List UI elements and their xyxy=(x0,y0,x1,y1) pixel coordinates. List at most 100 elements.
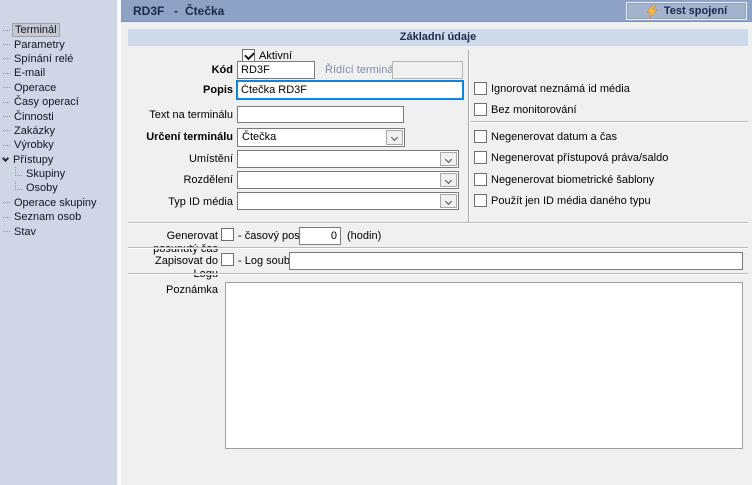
checkbox-label: Ignorovat neznámá id média xyxy=(491,83,630,96)
test-connection-button[interactable]: Test spojení xyxy=(626,2,747,20)
sidebar-item-vyrobky[interactable]: Výrobky xyxy=(0,138,117,152)
checkbox-label: Negenerovat biometrické šablony xyxy=(491,174,654,187)
lightning-icon xyxy=(646,5,658,18)
hodin-unit-label: (hodin) xyxy=(347,230,381,243)
sidebar-item-label: Časy operací xyxy=(12,96,81,108)
sidebar-item-casy-operaci[interactable]: Časy operací xyxy=(0,95,117,109)
zapisovat-do-logu-checkbox[interactable] xyxy=(221,253,234,266)
tree-dash-icon xyxy=(3,30,10,31)
sidebar-item-seznam-osob[interactable]: Seznam osob xyxy=(0,210,117,224)
checkbox-label: Bez monitorování xyxy=(491,104,577,117)
sidebar-item-stav[interactable]: Stav xyxy=(0,224,117,238)
checkbox-group-divider xyxy=(470,121,748,122)
sidebar-item-label: Činnosti xyxy=(12,111,56,123)
tree-dash-icon xyxy=(3,130,10,131)
generovat-posunuty-cas-label: Generovat posunutý čas xyxy=(128,230,218,256)
casovy-posun-input[interactable] xyxy=(299,227,341,245)
tree-dash-icon xyxy=(3,145,10,146)
sidebar-item-label: E-mail xyxy=(12,67,47,79)
page-title: Čtečka xyxy=(185,4,224,18)
checkbox-ignorovat-neznama-id-media[interactable] xyxy=(474,82,487,95)
tree-dash-icon xyxy=(3,116,10,117)
dropdown-button[interactable] xyxy=(440,152,457,166)
umisteni-dropdown[interactable] xyxy=(237,150,459,168)
log-soubor-input[interactable] xyxy=(289,252,743,270)
rozdeleni-dropdown[interactable] xyxy=(237,171,459,189)
poznamka-textarea[interactable] xyxy=(225,282,743,449)
generovat-posunuty-cas-checkbox[interactable] xyxy=(221,228,234,241)
popis-input[interactable] xyxy=(237,81,463,99)
sidebar-item-skupiny[interactable]: Skupiny xyxy=(0,167,117,181)
app-window: Terminál Parametry Spínání relé E-mail O… xyxy=(0,0,752,485)
tree-dash-icon xyxy=(3,73,10,74)
dropdown-button[interactable] xyxy=(386,130,403,145)
urceni-terminalu-value: Čtečka xyxy=(242,131,276,143)
section-title: Základní údaje xyxy=(128,29,748,46)
chevron-down-icon xyxy=(445,156,452,163)
text-na-terminalu-input[interactable] xyxy=(237,106,404,123)
column-divider xyxy=(468,50,469,222)
checkbox-negenerovat-biometricke-sablony[interactable] xyxy=(474,173,487,186)
record-code: RD3F xyxy=(133,4,164,18)
sidebar-item-label: Výrobky xyxy=(12,139,56,151)
sidebar-item-label: Spínání relé xyxy=(12,53,75,65)
title-separator: - xyxy=(174,4,178,18)
kod-label: Kód xyxy=(123,64,233,77)
tree-dash-icon xyxy=(3,202,10,203)
checkbox-negenerovat-pristupova-prava-saldo[interactable] xyxy=(474,151,487,164)
sidebar-item-cinnosti[interactable]: Činnosti xyxy=(0,109,117,123)
typ-id-media-dropdown[interactable] xyxy=(237,192,459,210)
sidebar-item-operace-skupiny[interactable]: Operace skupiny xyxy=(0,196,117,210)
tree-dash-icon xyxy=(3,58,10,59)
sidebar-item-label: Stav xyxy=(12,226,38,238)
tree-branch-icon xyxy=(15,167,22,176)
checkbox-label: Negenerovat přístupová práva/saldo xyxy=(491,152,668,165)
tree-branch-icon xyxy=(15,181,22,190)
chevron-down-icon xyxy=(391,134,398,141)
sidebar-item-spinani-rele[interactable]: Spínání relé xyxy=(0,52,117,66)
row-divider xyxy=(128,273,748,274)
chevron-down-icon xyxy=(445,198,452,205)
row-divider xyxy=(128,222,748,223)
sidebar-item-parametry[interactable]: Parametry xyxy=(0,37,117,51)
sidebar-nav: Terminál Parametry Spínání relé E-mail O… xyxy=(0,0,117,485)
tree-dash-icon xyxy=(3,44,10,45)
tree-dash-icon xyxy=(3,87,10,88)
sidebar-item-label: Seznam osob xyxy=(12,211,83,223)
sidebar-item-operace[interactable]: Operace xyxy=(0,81,117,95)
sidebar-item-e-mail[interactable]: E-mail xyxy=(0,66,117,80)
checkbox-bez-monitorovani[interactable] xyxy=(474,103,487,116)
sidebar-item-zakazky[interactable]: Zakázky xyxy=(0,124,117,138)
tree-dash-icon xyxy=(3,217,10,218)
dropdown-button[interactable] xyxy=(440,194,457,208)
sidebar-item-osoby[interactable]: Osoby xyxy=(0,181,117,195)
tree-expand-icon[interactable] xyxy=(2,155,9,162)
sidebar-item-label: Zakázky xyxy=(12,125,57,137)
ridici-terminal-input xyxy=(392,61,463,79)
sidebar-item-pristupy[interactable]: Přístupy xyxy=(0,153,117,167)
sidebar-item-label: Terminál xyxy=(12,23,60,37)
urceni-terminalu-dropdown[interactable]: Čtečka xyxy=(237,128,405,147)
typ-id-media-label: Typ ID média xyxy=(123,196,233,209)
checkbox-label: Negenerovat datum a čas xyxy=(491,131,617,144)
sidebar-item-label: Osoby xyxy=(24,182,60,194)
header-bar: RD3F - Čtečka Test spojení xyxy=(121,0,752,22)
chevron-down-icon xyxy=(445,177,452,184)
sidebar-item-label: Přístupy xyxy=(11,154,55,166)
kod-input[interactable] xyxy=(237,61,315,79)
umisteni-label: Umístění xyxy=(123,153,233,166)
row-divider xyxy=(128,247,748,248)
checkbox-negenerovat-datum-a-cas[interactable] xyxy=(474,130,487,143)
sidebar-item-label: Parametry xyxy=(12,39,67,51)
rozdeleni-label: Rozdělení xyxy=(123,174,233,187)
urceni-terminalu-label: Určení terminálu xyxy=(123,131,233,144)
sidebar-item-terminal[interactable]: Terminál xyxy=(0,23,117,37)
poznamka-label: Poznámka xyxy=(108,284,218,297)
tree-dash-icon xyxy=(3,102,10,103)
checkbox-label: Použít jen ID média daného typu xyxy=(491,195,651,208)
sidebar-item-label: Operace xyxy=(12,82,58,94)
text-na-terminalu-label: Text na terminálu xyxy=(123,109,233,122)
popis-label: Popis xyxy=(123,84,233,97)
dropdown-button[interactable] xyxy=(440,173,457,187)
checkbox-pouzit-jen-id-media-daneho-typu[interactable] xyxy=(474,194,487,207)
